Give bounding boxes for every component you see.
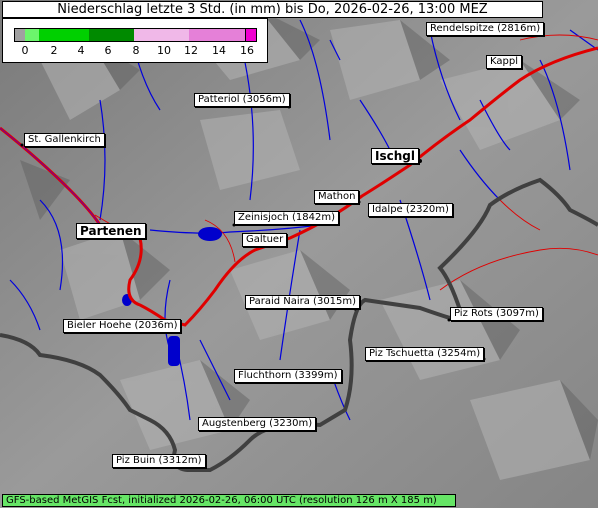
legend-swatch-magenta bbox=[189, 28, 245, 42]
place-label-partenen: Partenen bbox=[76, 223, 146, 239]
place-label-augstenberg: Augstenberg (3230m) bbox=[198, 417, 317, 431]
place-label-idalpe: Idalpe (2320m) bbox=[368, 203, 453, 217]
place-label-rendelspitze: Rendelspitze (2816m) bbox=[426, 22, 545, 36]
legend-swatch-green bbox=[39, 28, 89, 42]
legend-tick-6: 6 bbox=[104, 44, 112, 57]
forecast-footer: GFS-based MetGIS Fcst, initialized 2026-… bbox=[2, 494, 456, 507]
place-label-galtuer: Galtuer bbox=[242, 233, 288, 247]
legend-tick-16: 16 bbox=[240, 44, 254, 57]
place-label-ischgl: Ischgl bbox=[371, 148, 419, 164]
legend-swatch-pink bbox=[134, 28, 189, 42]
place-label-paraid-naira: Paraid Naira (3015m) bbox=[245, 295, 361, 309]
legend-tick-8: 8 bbox=[132, 44, 140, 57]
legend-swatch-lightgreen bbox=[25, 28, 39, 42]
place-label-piz-tschuetta: Piz Tschuetta (3254m) bbox=[365, 347, 485, 361]
place-label-fluchthorn: Fluchthorn (3399m) bbox=[234, 369, 342, 383]
place-label-bieler-hoehe: Bieler Hoehe (2036m) bbox=[63, 319, 182, 333]
precipitation-legend: 0 2 4 6 8 10 12 14 16 bbox=[2, 18, 268, 63]
place-label-kappl: Kappl bbox=[486, 55, 522, 69]
legend-tick-0: 0 bbox=[21, 44, 29, 57]
legend-tick-12: 12 bbox=[184, 44, 198, 57]
map-title: Niederschlag letzte 3 Std. (in mm) bis D… bbox=[57, 2, 488, 17]
map-title-box: Niederschlag letzte 3 Std. (in mm) bis D… bbox=[2, 1, 543, 18]
place-label-piz-rots: Piz Rots (3097m) bbox=[450, 307, 543, 321]
legend-swatch-darkgreen bbox=[89, 28, 134, 42]
place-label-mathon: Mathon bbox=[314, 190, 360, 204]
legend-tick-2: 2 bbox=[50, 44, 58, 57]
place-label-zeinisjoch: Zeinisjoch (1842m) bbox=[234, 211, 340, 225]
legend-tick-14: 14 bbox=[212, 44, 226, 57]
legend-tick-4: 4 bbox=[77, 44, 85, 57]
place-label-patteriol: Patteriol (3056m) bbox=[194, 93, 290, 107]
place-label-piz-buin: Piz Buin (3312m) bbox=[112, 454, 206, 468]
terrain-map bbox=[0, 0, 598, 508]
legend-swatch-max bbox=[245, 28, 257, 42]
place-label-st-gallenkirch: St. Gallenkirch bbox=[24, 133, 105, 147]
legend-tick-10: 10 bbox=[157, 44, 171, 57]
